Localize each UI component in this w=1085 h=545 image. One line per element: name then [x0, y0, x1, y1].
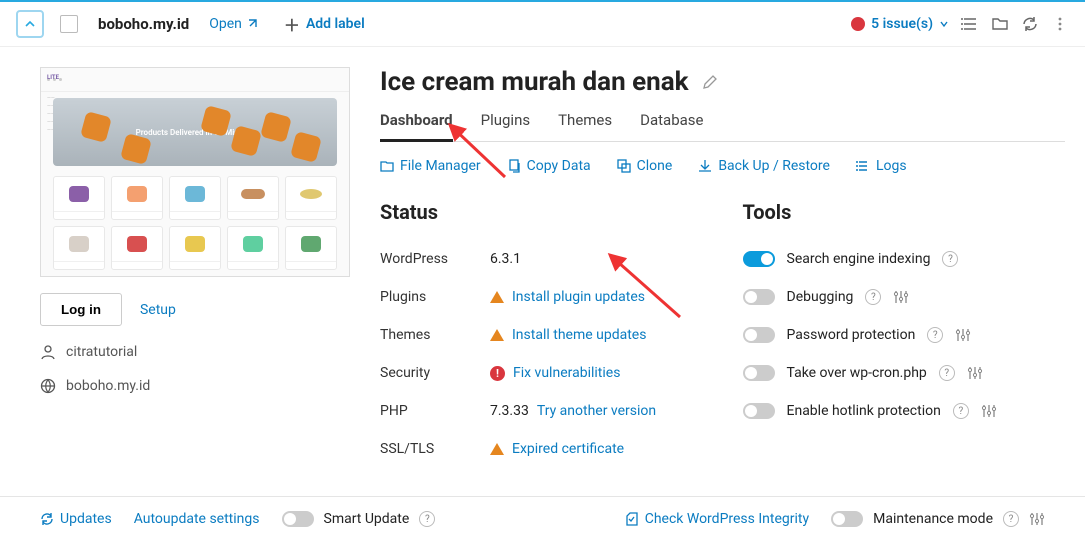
password-protection-label: Password protection	[787, 327, 916, 343]
wpcron-label: Take over wp-cron.php	[787, 365, 927, 381]
help-icon[interactable]: ?	[942, 251, 958, 267]
check-wp-integrity-link[interactable]: Check WordPress Integrity	[625, 511, 809, 527]
status-plugins-label: Plugins	[380, 289, 490, 305]
clone-link[interactable]: Clone	[617, 158, 673, 174]
help-icon[interactable]: ?	[1003, 511, 1019, 527]
search-engine-indexing-toggle[interactable]	[743, 251, 775, 267]
folder-icon[interactable]	[991, 15, 1009, 33]
status-php-label: PHP	[380, 403, 490, 419]
select-site-checkbox[interactable]	[60, 15, 78, 33]
setup-link[interactable]: Setup	[140, 302, 176, 318]
more-icon[interactable]	[1051, 15, 1069, 33]
tools-heading: Tools	[743, 200, 1066, 224]
file-manager-link[interactable]: File Manager	[380, 158, 481, 174]
page-title: Ice cream murah dan enak	[380, 67, 689, 97]
collapse-toggle[interactable]	[16, 10, 44, 38]
install-theme-updates-link[interactable]: Install theme updates	[512, 327, 646, 343]
smart-update-toggle[interactable]	[282, 511, 314, 527]
php-version: 7.3.33	[490, 403, 529, 419]
domain-row: boboho.my.id	[40, 378, 350, 394]
password-protection-toggle[interactable]	[743, 327, 775, 343]
alert-icon	[851, 17, 865, 31]
try-another-php-link[interactable]: Try another version	[537, 403, 656, 419]
tab-database[interactable]: Database	[640, 111, 703, 141]
open-site-link[interactable]: Open	[209, 16, 258, 32]
help-icon[interactable]: ?	[927, 327, 943, 343]
fix-vulnerabilities-link[interactable]: Fix vulnerabilities	[513, 365, 620, 381]
status-security-label: Security	[380, 365, 490, 381]
help-icon[interactable]: ?	[419, 511, 435, 527]
owner-row: citratutorial	[40, 344, 350, 360]
maintenance-mode-toggle[interactable]	[831, 511, 863, 527]
status-themes-label: Themes	[380, 327, 490, 343]
settings-sliders-icon[interactable]	[1029, 511, 1045, 527]
tab-plugins[interactable]: Plugins	[481, 111, 530, 141]
hotlink-toggle[interactable]	[743, 403, 775, 419]
issues-dropdown[interactable]: 5 issue(s)	[851, 16, 949, 32]
debugging-label: Debugging	[787, 289, 854, 305]
list-view-icon[interactable]	[961, 15, 979, 33]
help-icon[interactable]: ?	[939, 365, 955, 381]
tab-dashboard[interactable]: Dashboard	[380, 111, 453, 142]
expired-cert-link[interactable]: Expired certificate	[512, 441, 624, 457]
smart-update-label: Smart Update	[324, 511, 410, 527]
warning-icon	[490, 291, 504, 303]
site-domain: boboho.my.id	[98, 15, 189, 33]
help-icon[interactable]: ?	[953, 403, 969, 419]
backup-restore-link[interactable]: Back Up / Restore	[698, 158, 830, 174]
tab-themes[interactable]: Themes	[558, 111, 612, 141]
warning-icon	[490, 329, 504, 341]
help-icon[interactable]: ?	[865, 289, 881, 305]
settings-sliders-icon[interactable]	[955, 327, 971, 343]
status-heading: Status	[380, 200, 703, 224]
wpcron-toggle[interactable]	[743, 365, 775, 381]
edit-title-icon[interactable]	[701, 73, 719, 91]
critical-icon: !	[490, 366, 505, 381]
settings-sliders-icon[interactable]	[967, 365, 983, 381]
login-button[interactable]: Log in	[40, 293, 122, 326]
maintenance-mode-label: Maintenance mode	[873, 511, 993, 527]
status-ssl-label: SSL/TLS	[380, 441, 490, 457]
refresh-icon[interactable]	[1021, 15, 1039, 33]
status-wordpress-label: WordPress	[380, 251, 490, 267]
copy-data-link[interactable]: Copy Data	[507, 158, 591, 174]
updates-link[interactable]: Updates	[40, 511, 112, 527]
warning-icon	[490, 443, 504, 455]
search-engine-indexing-label: Search engine indexing	[787, 251, 931, 267]
hotlink-label: Enable hotlink protection	[787, 403, 941, 419]
install-plugin-updates-link[interactable]: Install plugin updates	[512, 289, 645, 305]
debugging-toggle[interactable]	[743, 289, 775, 305]
settings-sliders-icon[interactable]	[893, 289, 909, 305]
autoupdate-settings-link[interactable]: Autoupdate settings	[134, 511, 260, 527]
logs-link[interactable]: Logs	[856, 158, 907, 174]
site-thumbnail[interactable]: LITE —————————— Products Delivered in 90…	[40, 67, 350, 277]
settings-sliders-icon[interactable]	[981, 403, 997, 419]
status-wordpress-value: 6.3.1	[490, 251, 521, 267]
add-label-button[interactable]: ＋ Add label	[284, 12, 365, 36]
